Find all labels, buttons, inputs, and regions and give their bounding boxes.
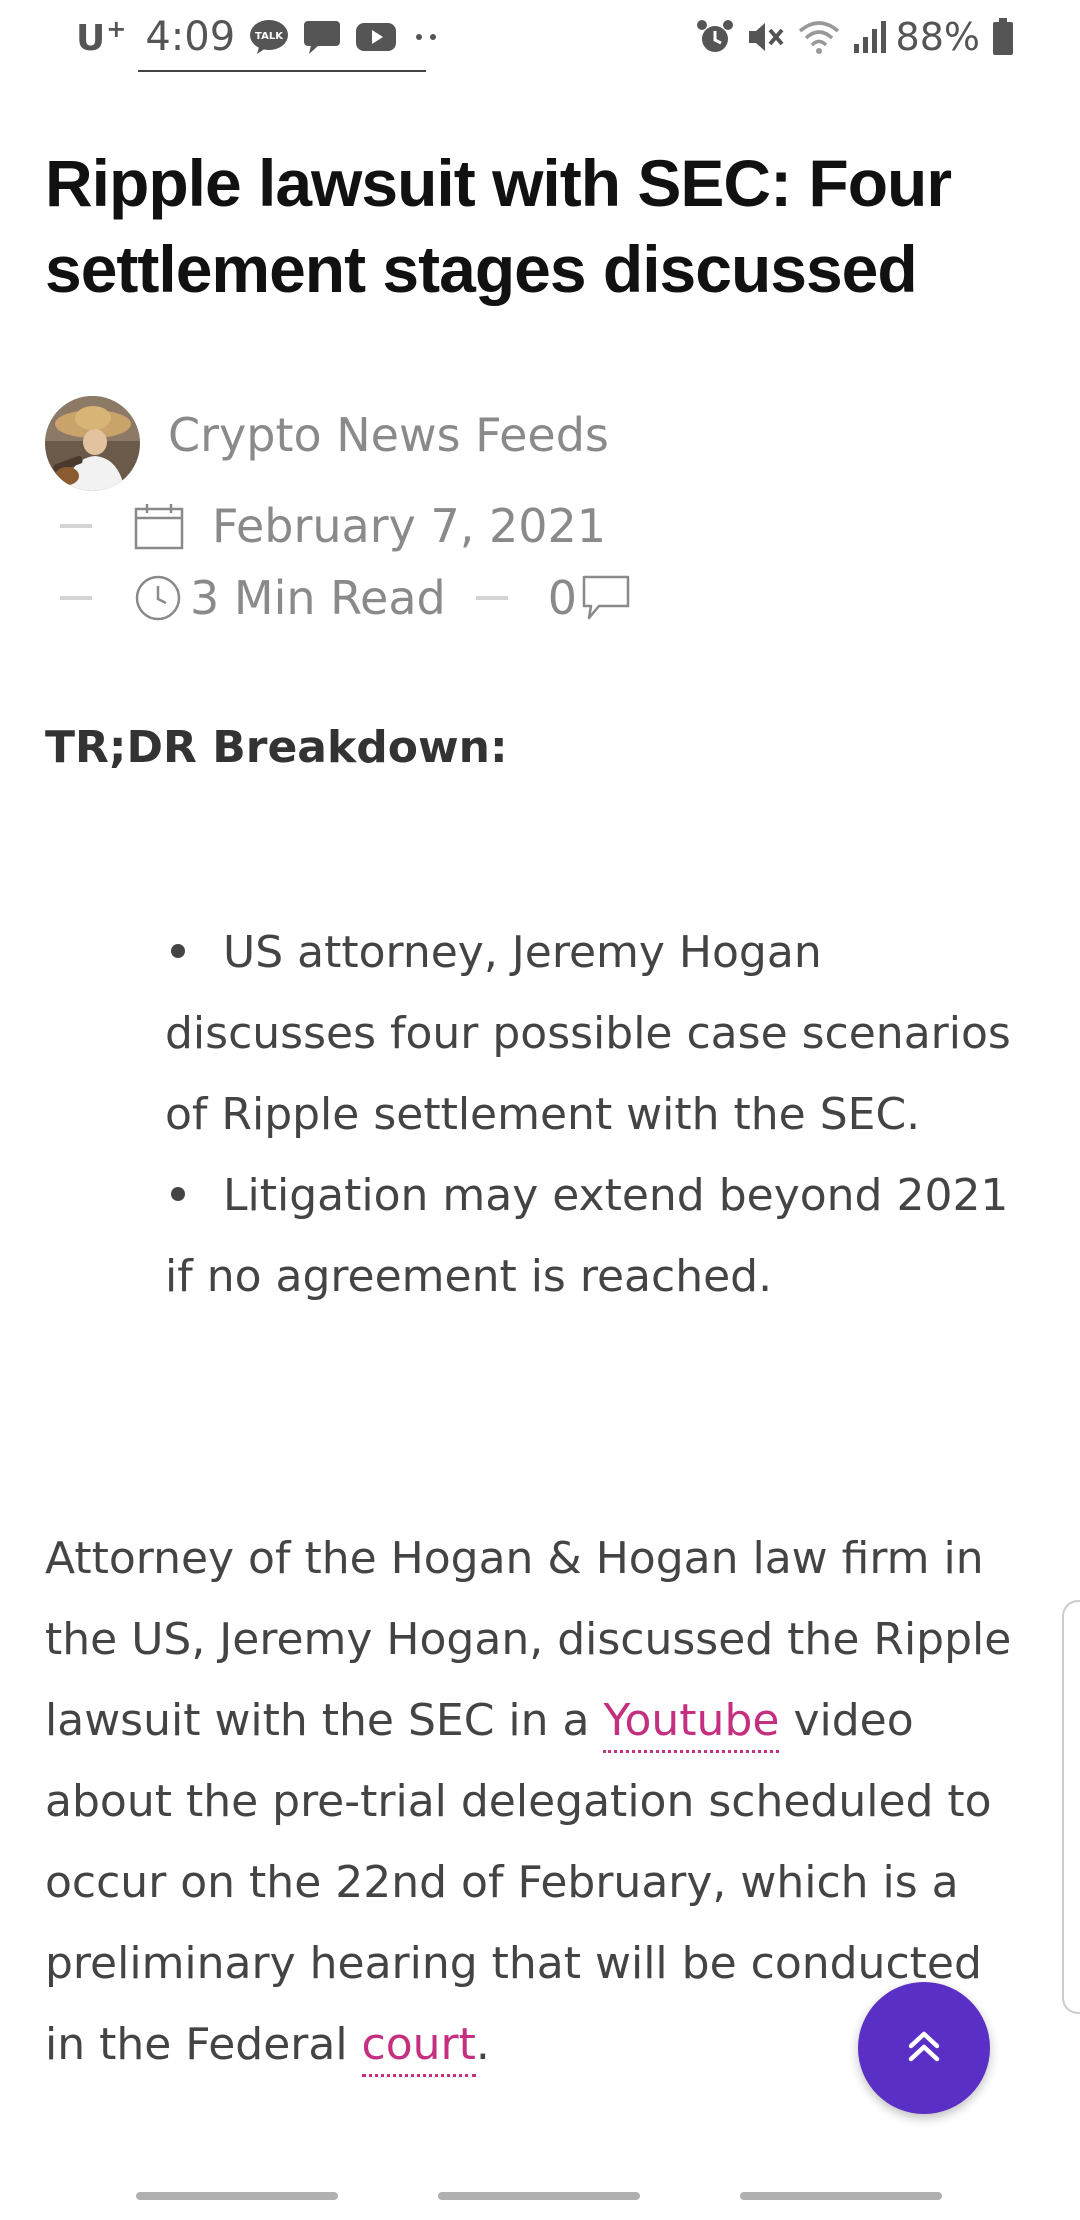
paragraph-text: video about the pre-trial delegation sch… xyxy=(45,1695,992,2070)
author-name[interactable]: Crypto News Feeds xyxy=(168,408,609,462)
calendar-icon xyxy=(134,502,184,550)
chat-bubble-icon xyxy=(303,19,341,55)
battery-icon xyxy=(992,18,1014,56)
bullet-dot xyxy=(171,944,185,958)
alarm-icon xyxy=(696,18,734,56)
meta-separator xyxy=(60,524,92,528)
edge-panel-handle[interactable] xyxy=(1062,1600,1080,2014)
signal-icon xyxy=(852,20,886,54)
battery-percent: 88% xyxy=(895,15,980,59)
mute-icon xyxy=(746,18,786,56)
bullet-dot xyxy=(171,1187,185,1201)
back-button[interactable] xyxy=(740,2192,942,2200)
status-bar-left: U+ 4:09 TALK xyxy=(76,14,441,60)
carrier-label: U+ xyxy=(76,15,128,59)
clock-icon xyxy=(134,574,182,622)
double-chevron-up-icon xyxy=(906,2026,942,2070)
comment-count[interactable]: 0 xyxy=(548,571,577,625)
system-nav-bar xyxy=(0,2176,1080,2220)
wifi-icon xyxy=(798,19,840,55)
svg-text:TALK: TALK xyxy=(255,31,284,42)
status-bar-underline xyxy=(138,70,426,72)
court-link[interactable]: court xyxy=(361,2019,476,2077)
comment-icon[interactable] xyxy=(581,574,631,622)
paragraph-text: . xyxy=(475,2019,490,2070)
meta-date-row: February 7, 2021 xyxy=(60,496,606,556)
meta-separator xyxy=(60,596,92,600)
status-bar-right: 88% xyxy=(684,14,1014,60)
clock: 4:09 xyxy=(145,14,236,60)
bullet-text: US attorney, Jeremy Hogan discusses four… xyxy=(165,927,1011,1140)
tldr-bullet-list: US attorney, Jeremy Hogan discusses four… xyxy=(165,912,1015,1317)
youtube-link[interactable]: Youtube xyxy=(603,1695,780,1753)
recent-apps-button[interactable] xyxy=(136,2192,338,2200)
list-item: Litigation may extend beyond 2021 if no … xyxy=(165,1155,1015,1317)
read-time: 3 Min Read xyxy=(190,571,446,625)
author-avatar[interactable] xyxy=(45,396,140,491)
tldr-heading: TR;DR Breakdown: xyxy=(45,722,508,773)
publish-date: February 7, 2021 xyxy=(212,499,607,553)
home-button[interactable] xyxy=(438,2192,640,2200)
article-title: Ripple lawsuit with SEC: Four settlement… xyxy=(45,146,952,306)
back-to-top-button[interactable] xyxy=(858,1982,990,2114)
status-bar: U+ 4:09 TALK 88% xyxy=(0,0,1080,74)
list-item: US attorney, Jeremy Hogan discusses four… xyxy=(165,912,1015,1155)
youtube-icon xyxy=(355,21,397,53)
meta-read-row: 3 Min Read 0 xyxy=(60,568,631,628)
more-dots-icon xyxy=(411,32,441,42)
talk-icon: TALK xyxy=(249,19,289,55)
bullet-text: Litigation may extend beyond 2021 if no … xyxy=(165,1170,1009,1302)
meta-separator xyxy=(475,596,508,600)
